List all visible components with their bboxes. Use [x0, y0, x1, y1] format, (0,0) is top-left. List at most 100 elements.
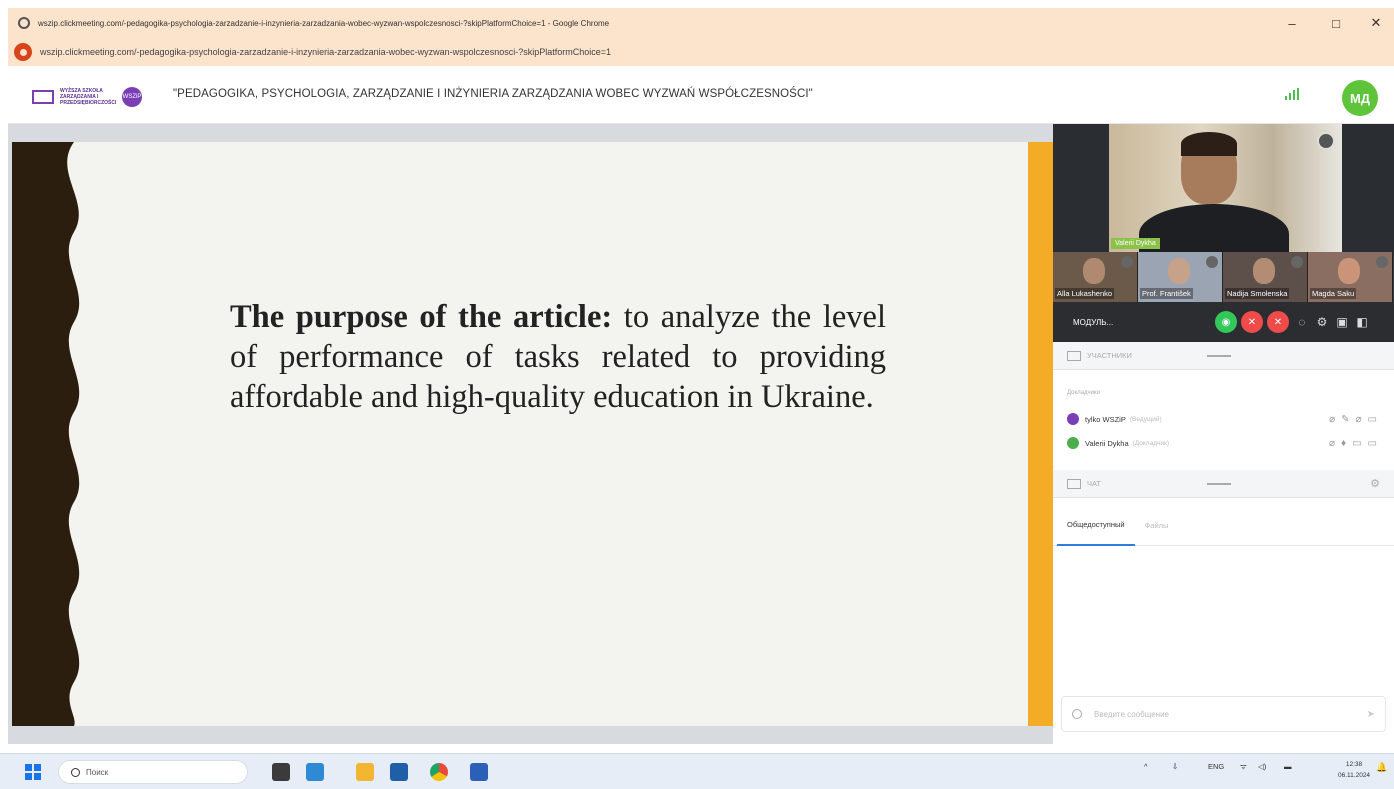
logo-text: WYŻSZA SZKOŁA ZARZĄDZANIA I PRZEDSIĘBIOR…	[60, 88, 117, 106]
task-view-icon[interactable]	[272, 763, 290, 781]
chat-settings-icon[interactable]: ⚙	[1370, 477, 1380, 490]
settings-icon[interactable]: ⚙	[1313, 311, 1331, 333]
presentation-stage: The purpose of the article: to analyze t…	[8, 124, 1053, 744]
clock[interactable]: 12:38 06.11.2024	[1338, 759, 1370, 781]
camera-button[interactable]: ◉	[1215, 311, 1237, 333]
logo-badge: WSZiP	[122, 87, 142, 107]
usb-icon[interactable]: ⇩	[1172, 762, 1178, 771]
mic-icon	[1376, 256, 1388, 268]
drag-handle[interactable]	[1207, 354, 1231, 357]
mic-off-icon[interactable]: ⌀	[1356, 414, 1362, 425]
volume-icon[interactable]: ◁)	[1258, 762, 1266, 771]
participants-title: Участники	[1087, 351, 1132, 360]
participant-thumbnails: Alla Lukashenko Prof. František Nadija S…	[1053, 252, 1394, 302]
tab-public[interactable]: Общедоступный	[1057, 506, 1135, 546]
wifi-icon[interactable]: ᯤ	[1240, 762, 1247, 772]
speaker-name-tag: Valerii Dykha	[1111, 238, 1160, 249]
chrome-favicon-icon	[18, 17, 30, 29]
store-icon[interactable]	[390, 763, 408, 781]
mic-mute-button[interactable]: ✕	[1241, 311, 1263, 333]
thumbnail-head	[1253, 258, 1275, 284]
drag-handle[interactable]	[1207, 482, 1231, 485]
camera-off-icon[interactable]: ⌀	[1329, 414, 1335, 425]
layout-icon[interactable]: ◧	[1353, 311, 1371, 333]
mic-icon	[1206, 256, 1218, 268]
thumbnail-head	[1338, 258, 1360, 284]
speaker-body	[1139, 204, 1289, 252]
window-titlebar: wszip.clickmeeting.com/-pedagogika-psych…	[8, 8, 1394, 38]
chat-input[interactable]: Введите сообщение ➤	[1061, 696, 1386, 732]
chat-title: Чат	[1087, 479, 1101, 488]
user-avatar[interactable]: МД	[1342, 80, 1378, 116]
clock-time: 12:38	[1345, 761, 1363, 768]
slide: The purpose of the article: to analyze t…	[12, 142, 1028, 726]
window-title: wszip.clickmeeting.com/-pedagogika-psych…	[38, 18, 610, 28]
language-indicator[interactable]: ENG	[1208, 762, 1224, 771]
main-video[interactable]: Valerii Dykha	[1053, 124, 1394, 252]
search-icon	[71, 767, 80, 777]
edit-icon[interactable]: ✎	[1341, 414, 1349, 425]
participant-role: (Докладчик)	[1132, 439, 1170, 447]
connection-signal-icon	[1285, 88, 1299, 100]
thumbnail-head	[1168, 258, 1190, 284]
thumbnail[interactable]: Magda Saku	[1308, 252, 1393, 302]
send-icon[interactable]: ➤	[1367, 709, 1375, 720]
chat-tabs: Общедоступный Файлы	[1053, 506, 1394, 546]
mic-icon	[1121, 256, 1133, 268]
participant-name: Valerii Dykha	[1085, 438, 1129, 448]
participant-role: (Ведущий)	[1129, 415, 1162, 423]
screen-icon[interactable]: ▭	[1368, 414, 1377, 425]
participant-row[interactable]: Valerii Dykha (Докладчик) ⌀ ♦ ▭ ▭	[1067, 434, 1377, 452]
chrome-icon[interactable]	[430, 763, 448, 781]
search-placeholder: Поиск	[86, 767, 109, 777]
chat-input-placeholder[interactable]: Введите сообщение	[1094, 710, 1367, 719]
minimize-button[interactable]: –	[1270, 8, 1314, 38]
slide-body-text: The purpose of the article: to analyze t…	[230, 297, 886, 417]
mic-icon	[1291, 256, 1303, 268]
url-text[interactable]: wszip.clickmeeting.com/-pedagogika-psych…	[40, 47, 611, 57]
tab-files[interactable]: Файлы	[1135, 506, 1179, 546]
thumbnail-name: Prof. František	[1140, 288, 1193, 299]
notification-bell-icon[interactable]: 🔔	[1376, 762, 1387, 773]
tray-overflow-icon[interactable]: ^	[1144, 762, 1148, 771]
pin-icon[interactable]	[1317, 132, 1335, 150]
speaker-camera	[1109, 124, 1342, 252]
maximize-button[interactable]: □	[1314, 8, 1358, 38]
widgets-icon[interactable]	[306, 763, 324, 781]
meeting-label: МОДУЛЬ...	[1073, 317, 1114, 327]
screen-icon[interactable]: ▭	[1368, 438, 1377, 449]
thumbnail[interactable]: Alla Lukashenko	[1053, 252, 1138, 302]
chat-toggle-icon[interactable]: ◌	[1293, 311, 1311, 333]
thumbnail-name: Magda Saku	[1310, 288, 1357, 299]
presenters-group-label: Докладчики	[1067, 390, 1100, 396]
file-explorer-icon[interactable]	[356, 763, 374, 781]
screen-share-icon[interactable]: ▣	[1333, 311, 1351, 333]
chat-header[interactable]: Чат ⚙	[1053, 470, 1394, 498]
thumbnail[interactable]: Nadija Smolenska	[1223, 252, 1308, 302]
site-icon	[14, 43, 32, 61]
camera-off-icon[interactable]: ⌀	[1329, 438, 1335, 449]
windows-taskbar: Поиск ^ ⇩ ENG ᯤ ◁) ▬ 12:38 06.11.2024 🔔	[0, 753, 1394, 789]
chat-messages	[1053, 546, 1394, 694]
speaker-hair	[1181, 132, 1237, 156]
start-button[interactable]	[25, 764, 41, 780]
camera-icon[interactable]: ▭	[1352, 438, 1361, 449]
word-icon[interactable]	[470, 763, 488, 781]
participant-name: tylko WSZiP	[1085, 414, 1126, 424]
battery-icon[interactable]: ▬	[1284, 762, 1292, 771]
leave-button[interactable]: ✕	[1267, 311, 1289, 333]
participant-avatar	[1067, 413, 1079, 425]
wszip-logo: WYŻSZA SZKOŁA ZARZĄDZANIA I PRZEDSIĘBIOR…	[32, 80, 152, 114]
emoji-icon[interactable]	[1072, 709, 1082, 719]
clock-date: 06.11.2024	[1338, 772, 1371, 779]
participant-avatar	[1067, 437, 1079, 449]
address-bar[interactable]: wszip.clickmeeting.com/-pedagogika-psych…	[8, 38, 1394, 66]
taskbar-search[interactable]: Поиск	[58, 760, 248, 784]
participant-row[interactable]: tylko WSZiP (Ведущий) ⌀ ✎ ⌀ ▭	[1067, 410, 1377, 428]
close-button[interactable]: ✕	[1354, 8, 1394, 38]
mic-icon[interactable]: ♦	[1341, 438, 1346, 449]
participants-header[interactable]: Участники	[1053, 342, 1394, 370]
thumbnail[interactable]: Prof. František	[1138, 252, 1223, 302]
app-header: WYŻSZA SZKOŁA ZARZĄDZANIA I PRZEDSIĘBIOR…	[8, 66, 1394, 124]
logo-mark-icon	[32, 90, 54, 104]
